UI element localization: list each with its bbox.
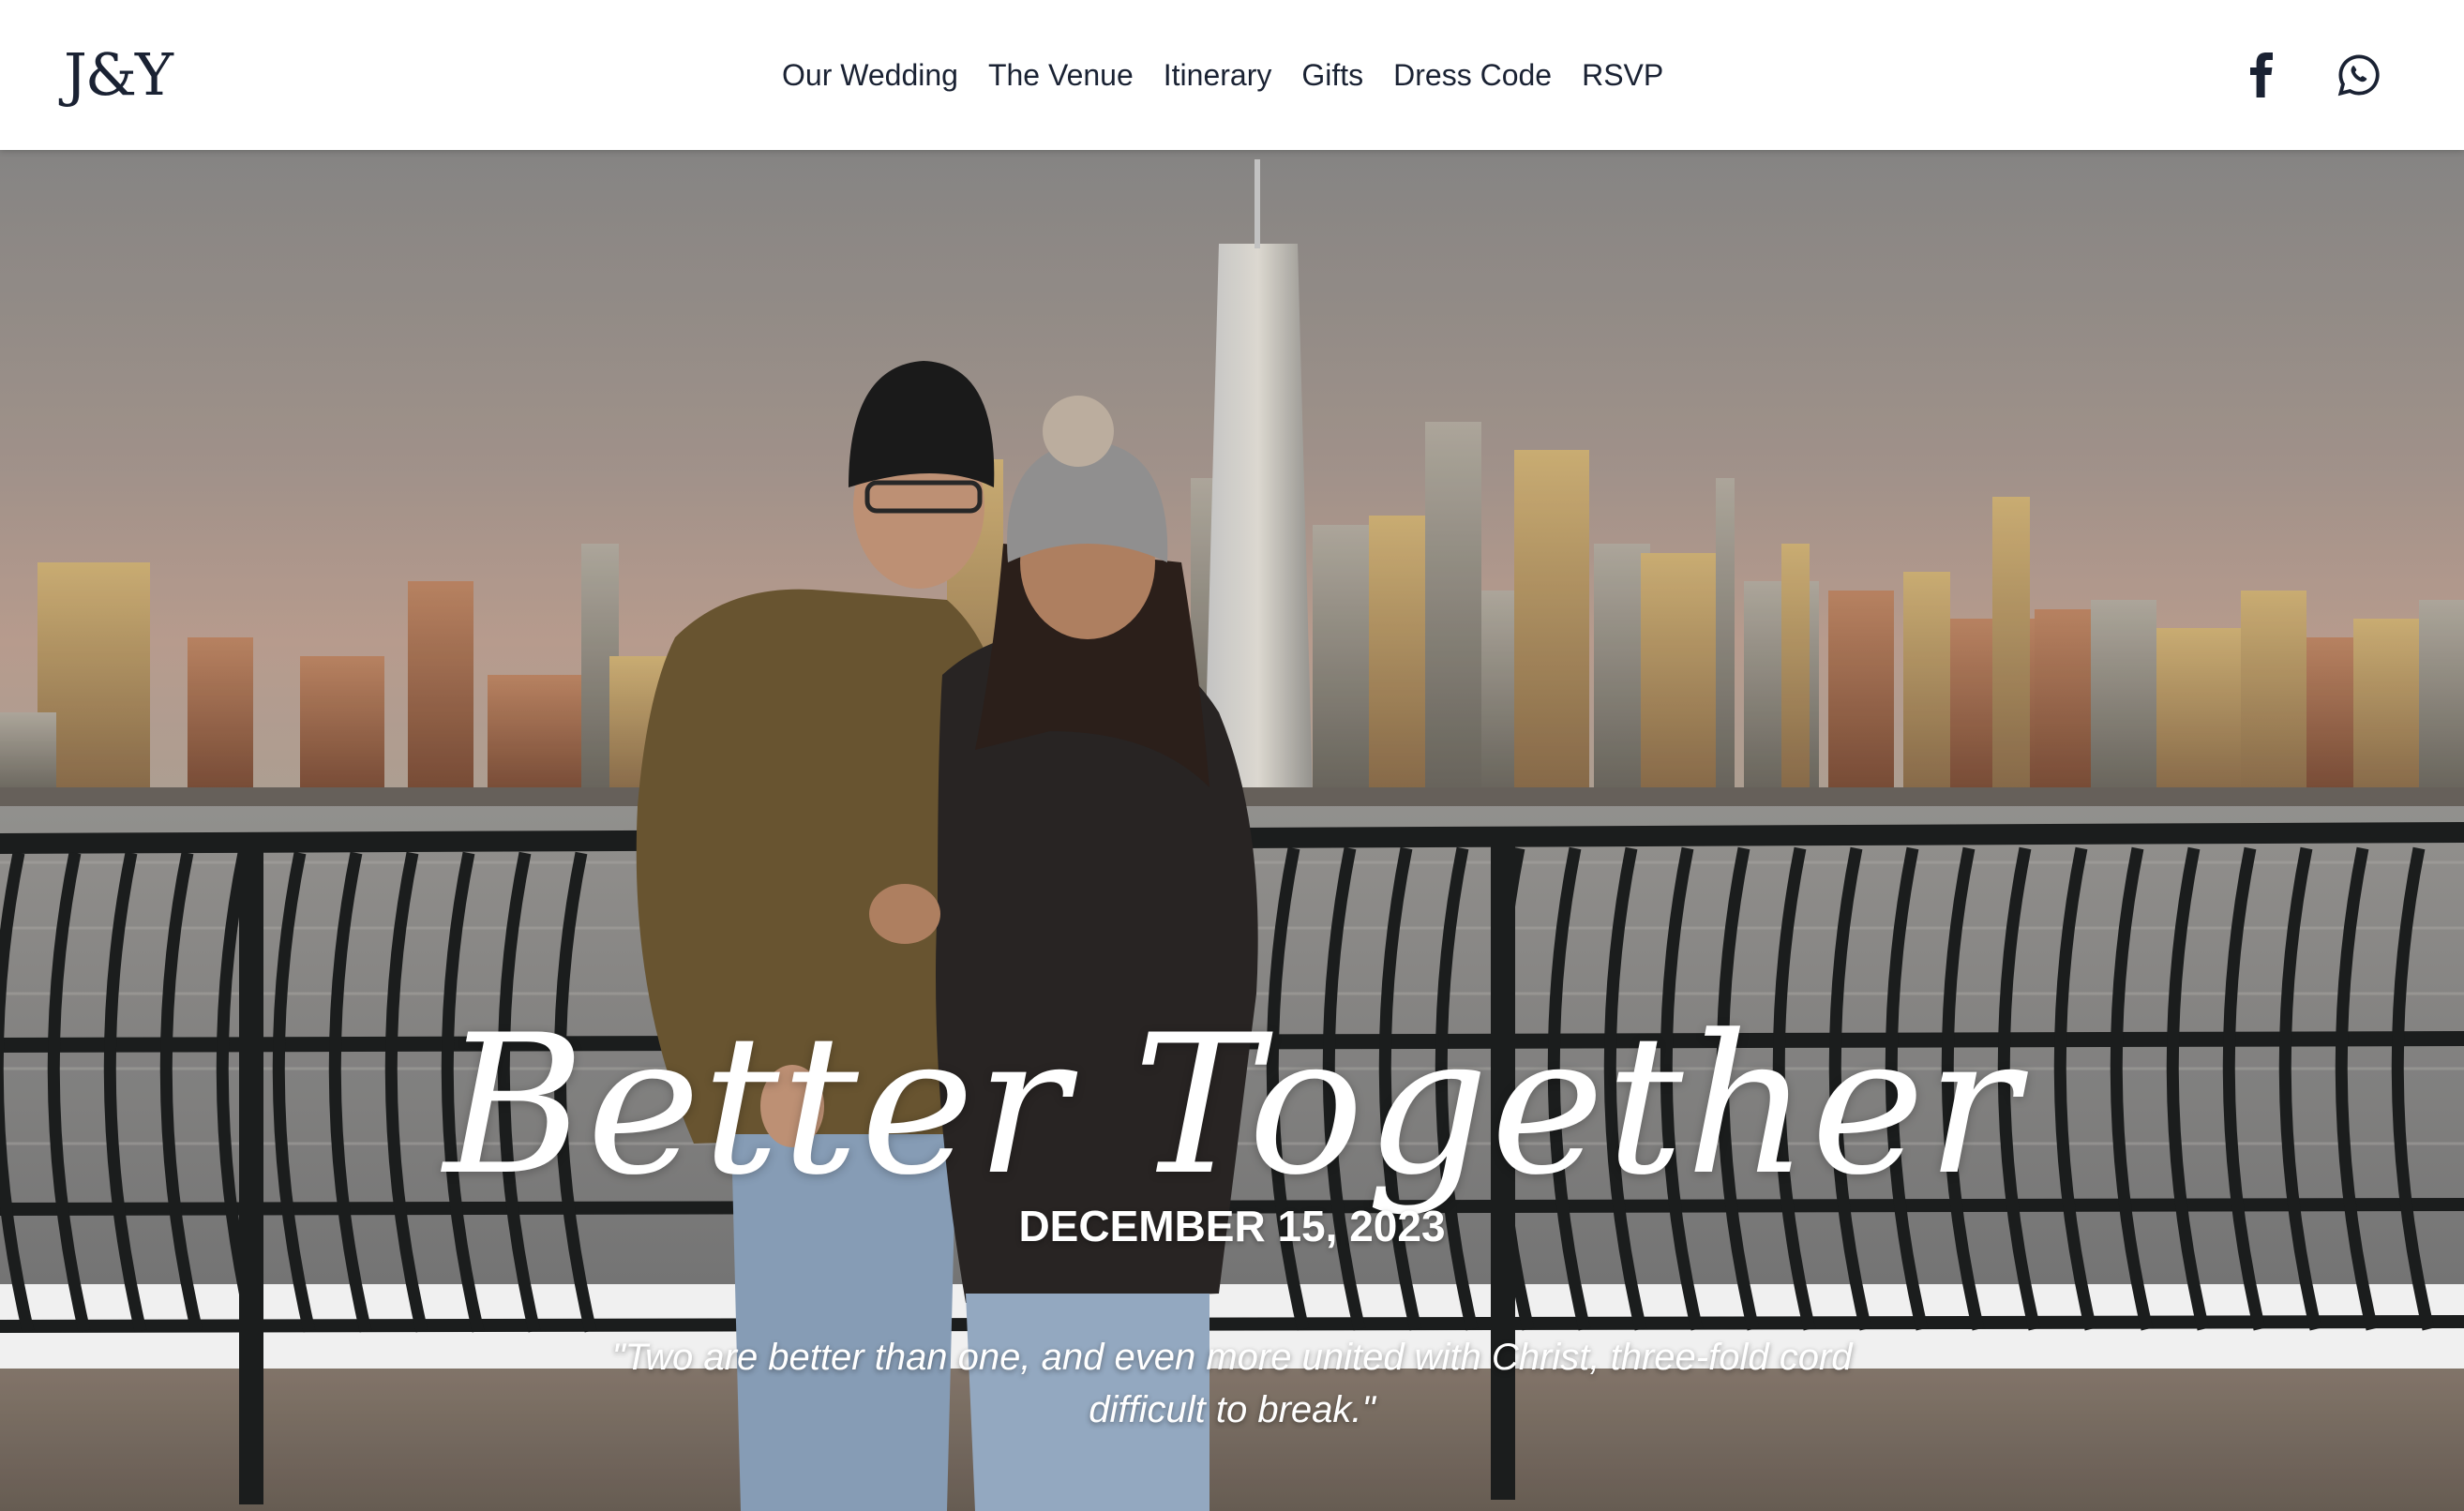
nav-our-wedding[interactable]: Our Wedding [782,58,958,93]
whatsapp-icon [2337,54,2380,97]
nav-gifts[interactable]: Gifts [1301,58,1363,93]
nav-dress-code[interactable]: Dress Code [1393,58,1552,93]
hero-section: Better Together DECEMBER 15, 2023 "Two a… [0,150,2464,1511]
nav-itinerary[interactable]: Itinerary [1164,58,1272,93]
nav-the-venue[interactable]: The Venue [988,58,1134,93]
wedding-date: DECEMBER 15, 2023 [1018,1202,1446,1250]
facebook-link[interactable] [2235,49,2288,101]
site-logo[interactable]: J&Y [64,41,173,109]
whatsapp-link[interactable] [2333,49,2385,101]
site-header: J&Y Our Wedding The Venue Itinerary Gift… [0,0,2464,150]
facebook-icon [2250,52,2273,97]
hero-photo [0,150,2464,1511]
hero-quote: "Two are better than one, and even more … [611,1337,1853,1430]
nav-rsvp[interactable]: RSVP [1582,58,1663,93]
main-nav: Our Wedding The Venue Itinerary Gifts Dr… [782,47,1663,103]
hero-title: Better Together [443,995,2021,1218]
